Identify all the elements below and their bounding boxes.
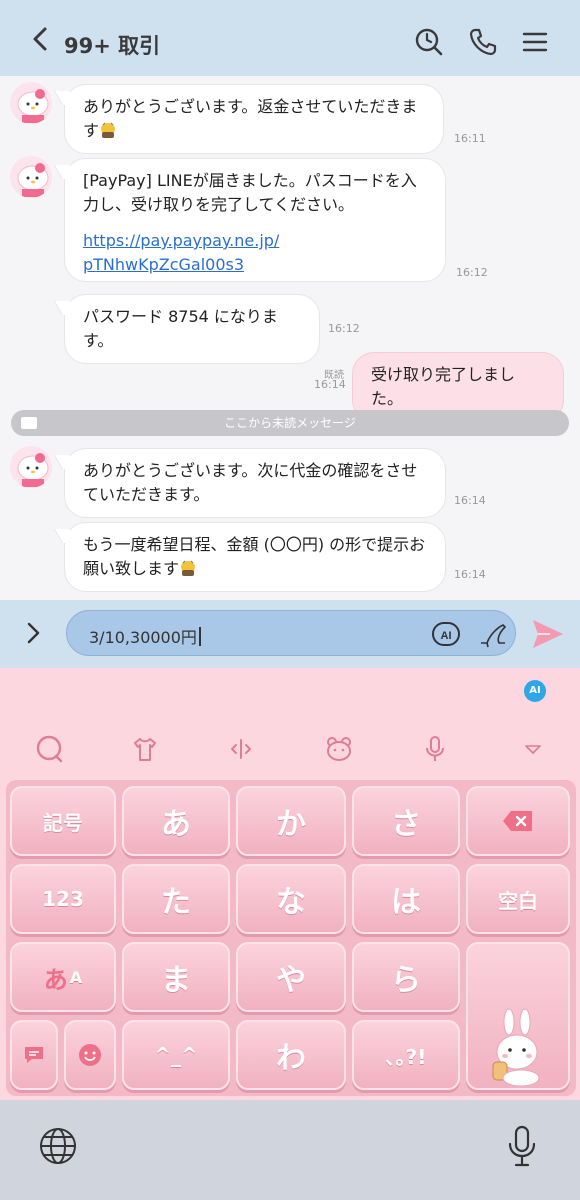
key-sa[interactable]: さ	[352, 786, 460, 856]
key-emoji[interactable]	[64, 1020, 116, 1090]
message-text: [PayPay] LINEが届きました。パスコードを入力し、受け取りを完了してく…	[83, 171, 417, 214]
key-ma[interactable]: ま	[122, 942, 230, 1012]
message-text: 受け取り完了しました。	[371, 365, 516, 408]
pink-keyboard: AI 記号 あ か さ 123 た な は 空白 あA ま や ら ^_^ わ …	[0, 668, 580, 1100]
message-input-bar: 3/10,30000円 AI	[0, 600, 580, 668]
svg-text:AI: AI	[441, 630, 452, 642]
search-history-icon[interactable]	[414, 27, 444, 57]
speech-bubble-icon[interactable]	[34, 734, 64, 764]
chat-bubble-icon	[25, 1047, 43, 1063]
bow-emoji-icon	[101, 122, 116, 138]
message-text: ありがとうございます。次に代金の確認をさせていただきます。	[83, 461, 418, 504]
chat-header: 99+ 取引	[0, 0, 580, 76]
avatar[interactable]	[10, 82, 52, 124]
key-chat-sticker[interactable]	[10, 1020, 58, 1090]
chat-title: 99+ 取引	[64, 34, 161, 58]
bear-face-icon[interactable]	[324, 734, 354, 764]
key-mode-alpha: A	[69, 967, 83, 987]
message-text: ありがとうございます。返金させていただきます	[83, 97, 418, 140]
message-text: パスワード 8754 になります。	[83, 307, 278, 350]
message-time: 16:14	[454, 494, 486, 507]
message-bubble[interactable]: ありがとうございます。返金させていただきます	[64, 84, 444, 154]
key-a[interactable]: あ	[122, 786, 230, 856]
avatar[interactable]	[10, 446, 52, 488]
paypay-link-line2[interactable]: pTNhwKpZcGal00s3	[83, 253, 427, 277]
message-input-value: 3/10,30000円	[89, 624, 201, 648]
collapse-keyboard-icon[interactable]	[518, 734, 548, 764]
unread-divider-label: ここから未読メッセージ	[224, 416, 356, 430]
shirt-icon[interactable]	[130, 734, 160, 764]
key-input-mode[interactable]: あA	[10, 942, 116, 1012]
key-na[interactable]: な	[236, 864, 346, 934]
dictation-microphone-icon[interactable]	[506, 1124, 538, 1168]
key-grid: 記号 あ か さ 123 た な は 空白 あA ま や ら ^_^ わ ､｡?…	[6, 780, 576, 1096]
kitty-avatar-icon	[17, 89, 49, 123]
key-123[interactable]: 123	[10, 864, 116, 934]
message-bubble[interactable]: ありがとうございます。次に代金の確認をさせていただきます。	[64, 448, 446, 518]
message-input[interactable]: 3/10,30000円 AI	[66, 610, 516, 656]
key-kaomoji[interactable]: ^_^	[122, 1020, 230, 1090]
send-icon[interactable]	[530, 616, 566, 652]
bow-emoji-icon	[181, 560, 196, 576]
high-heel-sticker-icon[interactable]	[477, 619, 509, 649]
message-time: 16:12	[328, 322, 360, 335]
kitty-avatar-icon	[17, 163, 49, 197]
smiley-icon	[79, 1044, 101, 1066]
cursor-move-icon[interactable]	[226, 734, 256, 764]
bunny-sticker-icon	[492, 1008, 540, 1087]
phone-icon[interactable]	[468, 27, 498, 57]
paypay-link-line1[interactable]: https://pay.paypay.ne.jp/	[83, 229, 427, 253]
message-text: もう一度希望日程、金額 (〇〇円) の形で提示お願い致します	[83, 535, 426, 578]
message-bubble[interactable]: もう一度希望日程、金額 (〇〇円) の形で提示お願い致します	[64, 522, 446, 592]
message-bubble[interactable]: [PayPay] LINEが届きました。パスコードを入力し、受け取りを完了してく…	[64, 158, 446, 282]
message-time: 16:11	[454, 132, 486, 145]
message-list[interactable]: ありがとうございます。返金させていただきます 16:11 [PayPay] LI…	[0, 76, 580, 600]
avatar[interactable]	[10, 156, 52, 198]
key-mode-kana: あ	[43, 965, 68, 994]
message-time: 16:14	[454, 568, 486, 581]
key-space[interactable]: 空白	[466, 864, 570, 934]
backspace-icon	[503, 811, 532, 831]
key-backspace[interactable]	[466, 786, 570, 856]
key-ka[interactable]: か	[236, 786, 346, 856]
kitty-avatar-icon	[17, 453, 49, 487]
microphone-icon[interactable]	[420, 734, 450, 764]
ai-badge[interactable]: AI	[524, 680, 546, 702]
key-ra[interactable]: ら	[352, 942, 460, 1012]
key-ta[interactable]: た	[122, 864, 230, 934]
key-ha[interactable]: は	[352, 864, 460, 934]
key-wa[interactable]: わ	[236, 1020, 346, 1090]
chevron-right-icon[interactable]	[20, 620, 46, 646]
key-ya[interactable]: や	[236, 942, 346, 1012]
menu-icon[interactable]	[520, 27, 550, 57]
key-kigo[interactable]: 記号	[10, 786, 116, 856]
globe-icon[interactable]	[38, 1126, 78, 1166]
back-chevron-icon[interactable]	[28, 26, 54, 52]
message-bubble[interactable]: パスワード 8754 になります。	[64, 294, 320, 364]
system-bottom-bar	[0, 1100, 580, 1200]
unread-divider: ここから未読メッセージ	[11, 410, 569, 436]
unread-tag-icon	[21, 417, 37, 429]
message-time: 16:12	[456, 266, 488, 279]
key-punctuation[interactable]: ､｡?!	[352, 1020, 460, 1090]
ai-assist-icon[interactable]: AI	[431, 620, 461, 648]
message-time: 16:14	[314, 378, 346, 391]
key-enter[interactable]	[466, 942, 570, 1090]
